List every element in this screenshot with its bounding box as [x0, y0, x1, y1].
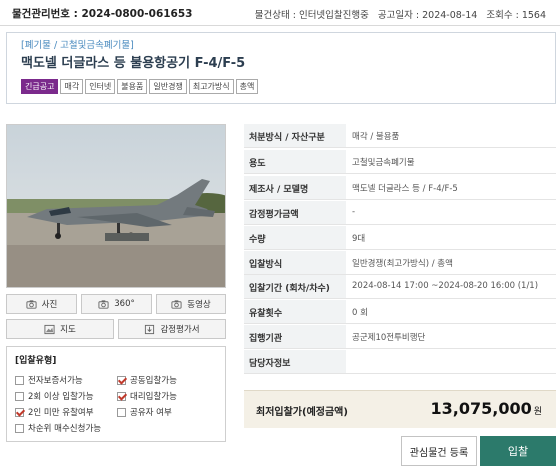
info-label: 입찰방식 — [249, 260, 283, 270]
tag-surplus: 불용품 — [117, 79, 148, 94]
camera-icon — [171, 299, 182, 309]
info-row: 입찰방식 일반경쟁(최고가방식) / 총액 — [244, 251, 556, 275]
checkbox[interactable] — [15, 423, 24, 433]
option-label: 전자보증서가능 — [28, 376, 83, 386]
checkbox[interactable] — [117, 407, 126, 417]
top-status-bar: 물건관리번호 : 2024-0800-061653 물건상태 : 인터넷입찰진행… — [0, 0, 560, 26]
tag-list: 긴급공고 매각 인터넷 불용품 일반경쟁 최고가방식 총액 — [21, 79, 259, 94]
checkbox[interactable] — [15, 391, 24, 401]
bid-button[interactable]: 입찰 — [480, 436, 556, 466]
photo-button[interactable]: 사진 — [6, 294, 77, 314]
aircraft-photo — [7, 125, 225, 287]
option-joint-bid[interactable]: 공동입찰가능 — [117, 374, 177, 386]
info-row: 수량 9대 — [244, 226, 556, 250]
photo-button-label: 사진 — [41, 300, 58, 310]
map-icon — [44, 324, 55, 334]
info-value: 0 회 — [352, 308, 368, 318]
view360-button-label: 360° — [114, 299, 135, 309]
info-value: 9대 — [352, 234, 366, 244]
option-label: 대리입찰가능 — [130, 392, 177, 402]
info-value: 2024-08-14 17:00 ~2024-08-20 16:00 (1/1) — [352, 281, 539, 291]
info-value: 고철및금속폐기물 — [352, 158, 415, 168]
map-button-label: 지도 — [60, 325, 76, 335]
video-button-label: 동영상 — [187, 300, 211, 310]
video-button[interactable]: 동영상 — [156, 294, 226, 314]
category-breadcrumb[interactable]: [폐기물 / 고철및금속폐기물] — [21, 37, 134, 51]
camera-icon — [26, 299, 37, 309]
option-label: 공유자 여부 — [130, 408, 172, 418]
item-status: 물건상태 : 인터넷입찰진행중 — [254, 10, 369, 21]
price-value: 13,075,000 — [430, 399, 532, 418]
info-row: 제조사 / 모델명 맥도넬 더글라스 등 / F-4/F-5 — [244, 176, 556, 200]
option-label: 2인 미만 유찰여부 — [28, 408, 94, 418]
info-row: 용도 고철및금속폐기물 — [244, 150, 556, 174]
option-co-owner[interactable]: 공유자 여부 — [117, 406, 172, 418]
info-value: - — [352, 207, 356, 217]
checkbox-checked[interactable] — [15, 407, 24, 417]
info-row: 입찰기간 (회차/차수) 2024-08-14 17:00 ~2024-08-20… — [244, 275, 556, 299]
option-label: 공동입찰가능 — [130, 376, 177, 386]
info-value: 일반경쟁(최고가방식) / 총액 — [352, 259, 453, 269]
info-label: 집행기관 — [249, 334, 283, 344]
appraisal-button[interactable]: 감정평가서 — [118, 319, 226, 339]
option-e-guarantee[interactable]: 전자보증서가능 — [15, 374, 83, 386]
option-fail-under-two[interactable]: 2인 미만 유찰여부 — [15, 406, 94, 418]
map-button[interactable]: 지도 — [6, 319, 114, 339]
view360-button[interactable]: 360° — [81, 294, 152, 314]
camera-icon — [98, 299, 109, 309]
option-multiple-bid[interactable]: 2회 이상 입찰가능 — [15, 390, 94, 402]
info-label: 감정평가금액 — [249, 210, 299, 220]
tag-general-competition: 일반경쟁 — [149, 79, 187, 94]
info-label: 입찰기간 (회차/차수) — [249, 284, 330, 294]
download-icon — [145, 324, 155, 334]
media-buttons-row-2: 지도 감정평가서 — [6, 319, 226, 339]
option-second-rank-purchase[interactable]: 차순위 매수신청가능 — [15, 422, 101, 434]
info-label: 용도 — [249, 159, 266, 169]
item-photo[interactable] — [6, 124, 226, 288]
tag-urgent: 긴급공고 — [21, 79, 59, 94]
info-row: 처분방식 / 자산구분 매각 / 불용품 — [244, 124, 556, 148]
page-title: 맥도넬 더글라스 등 불용항공기 F-4/F-5 — [21, 56, 246, 71]
info-row: 감정평가금액 - — [244, 201, 556, 225]
price-unit: 원 — [533, 407, 542, 417]
checkbox-checked[interactable] — [117, 375, 126, 385]
info-value: 맥도넬 더글라스 등 / F-4/F-5 — [352, 184, 458, 194]
tag-sale: 매각 — [60, 79, 84, 94]
bid-type-panel: [입찰유형] 전자보증서가능 공동입찰가능 2회 이상 입찰가능 대리입찰가능 … — [6, 346, 226, 442]
info-label: 제조사 / 모델명 — [249, 185, 309, 195]
tag-lump-sum: 총액 — [235, 79, 259, 94]
info-row: 담당자정보 — [244, 350, 556, 374]
bid-type-heading: [입찰유형] — [15, 356, 57, 366]
price-label: 최저입찰가(예정금액) — [256, 407, 348, 418]
info-row: 집행기관 공군제10전투비행단 — [244, 325, 556, 349]
info-value: 매각 / 불용품 — [352, 132, 400, 142]
info-label: 유찰횟수 — [249, 309, 283, 319]
checkbox-checked[interactable] — [117, 391, 126, 401]
view-count: 조회수 : 1564 — [486, 10, 546, 21]
option-label: 2회 이상 입찰가능 — [28, 392, 94, 402]
info-label: 처분방식 / 자산구분 — [249, 133, 325, 143]
info-row: 유찰횟수 0 회 — [244, 300, 556, 324]
media-buttons-row-1: 사진 360° 동영상 — [6, 294, 226, 314]
notice-date: 공고일자 : 2024-08-14 — [377, 10, 478, 21]
status-info: 물건상태 : 인터넷입찰진행중 공고일자 : 2024-08-14 조회수 : … — [249, 7, 546, 21]
option-proxy-bid[interactable]: 대리입찰가능 — [117, 390, 177, 402]
checkbox[interactable] — [15, 375, 24, 385]
tag-highest-price: 최고가방식 — [188, 79, 234, 94]
appraisal-button-label: 감정평가서 — [160, 325, 200, 335]
tag-internet: 인터넷 — [85, 79, 116, 94]
management-number: 물건관리번호 : 2024-0800-061653 — [12, 8, 193, 20]
add-favorite-button[interactable]: 관심물건 등록 — [401, 436, 477, 466]
minimum-bid-price: 최저입찰가(예정금액) 13,075,000 원 — [244, 390, 556, 428]
info-label: 수량 — [249, 235, 266, 245]
info-label: 담당자정보 — [249, 359, 291, 369]
price-value-wrap: 13,075,000 원 — [431, 399, 543, 418]
info-value: 공군제10전투비행단 — [352, 333, 426, 343]
option-label: 차순위 매수신청가능 — [28, 424, 102, 434]
item-header: [폐기물 / 고철및금속폐기물] 맥도넬 더글라스 등 불용항공기 F-4/F-… — [6, 32, 556, 104]
